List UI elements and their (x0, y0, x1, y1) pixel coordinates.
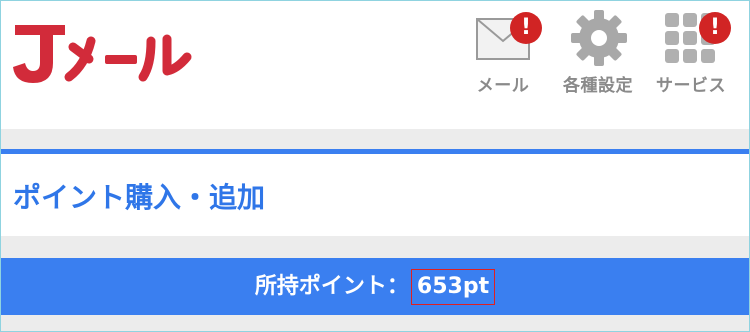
nav-mail-label: メール (476, 76, 530, 96)
header-divider (1, 129, 749, 149)
app-frame: ! メール 各種設定 ! サービス ポイント購入・追加 所持ポイント： 653p… (0, 0, 750, 332)
page-title: ポイント購入・追加 (13, 181, 266, 214)
mail-alert-badge: ! (510, 12, 542, 44)
nav-settings[interactable]: 各種設定 (556, 9, 640, 109)
section-divider (1, 236, 749, 258)
title-section: ポイント購入・追加 (1, 154, 749, 236)
jmail-logo[interactable] (11, 19, 195, 87)
nav-services[interactable]: ! サービス (649, 9, 733, 109)
points-bar: 所持ポイント： 653pt (1, 258, 749, 315)
bottom-divider (1, 315, 749, 331)
services-alert-badge: ! (699, 12, 731, 44)
nav-mail[interactable]: ! メール (461, 9, 545, 109)
points-value: 653pt (410, 269, 496, 305)
nav-settings-label: 各種設定 (563, 76, 633, 96)
logo-image (13, 25, 192, 83)
gear-icon (571, 10, 627, 66)
nav-services-label: サービス (656, 76, 726, 96)
header: ! メール 各種設定 ! サービス (1, 1, 749, 129)
points-label: 所持ポイント： (254, 274, 409, 299)
